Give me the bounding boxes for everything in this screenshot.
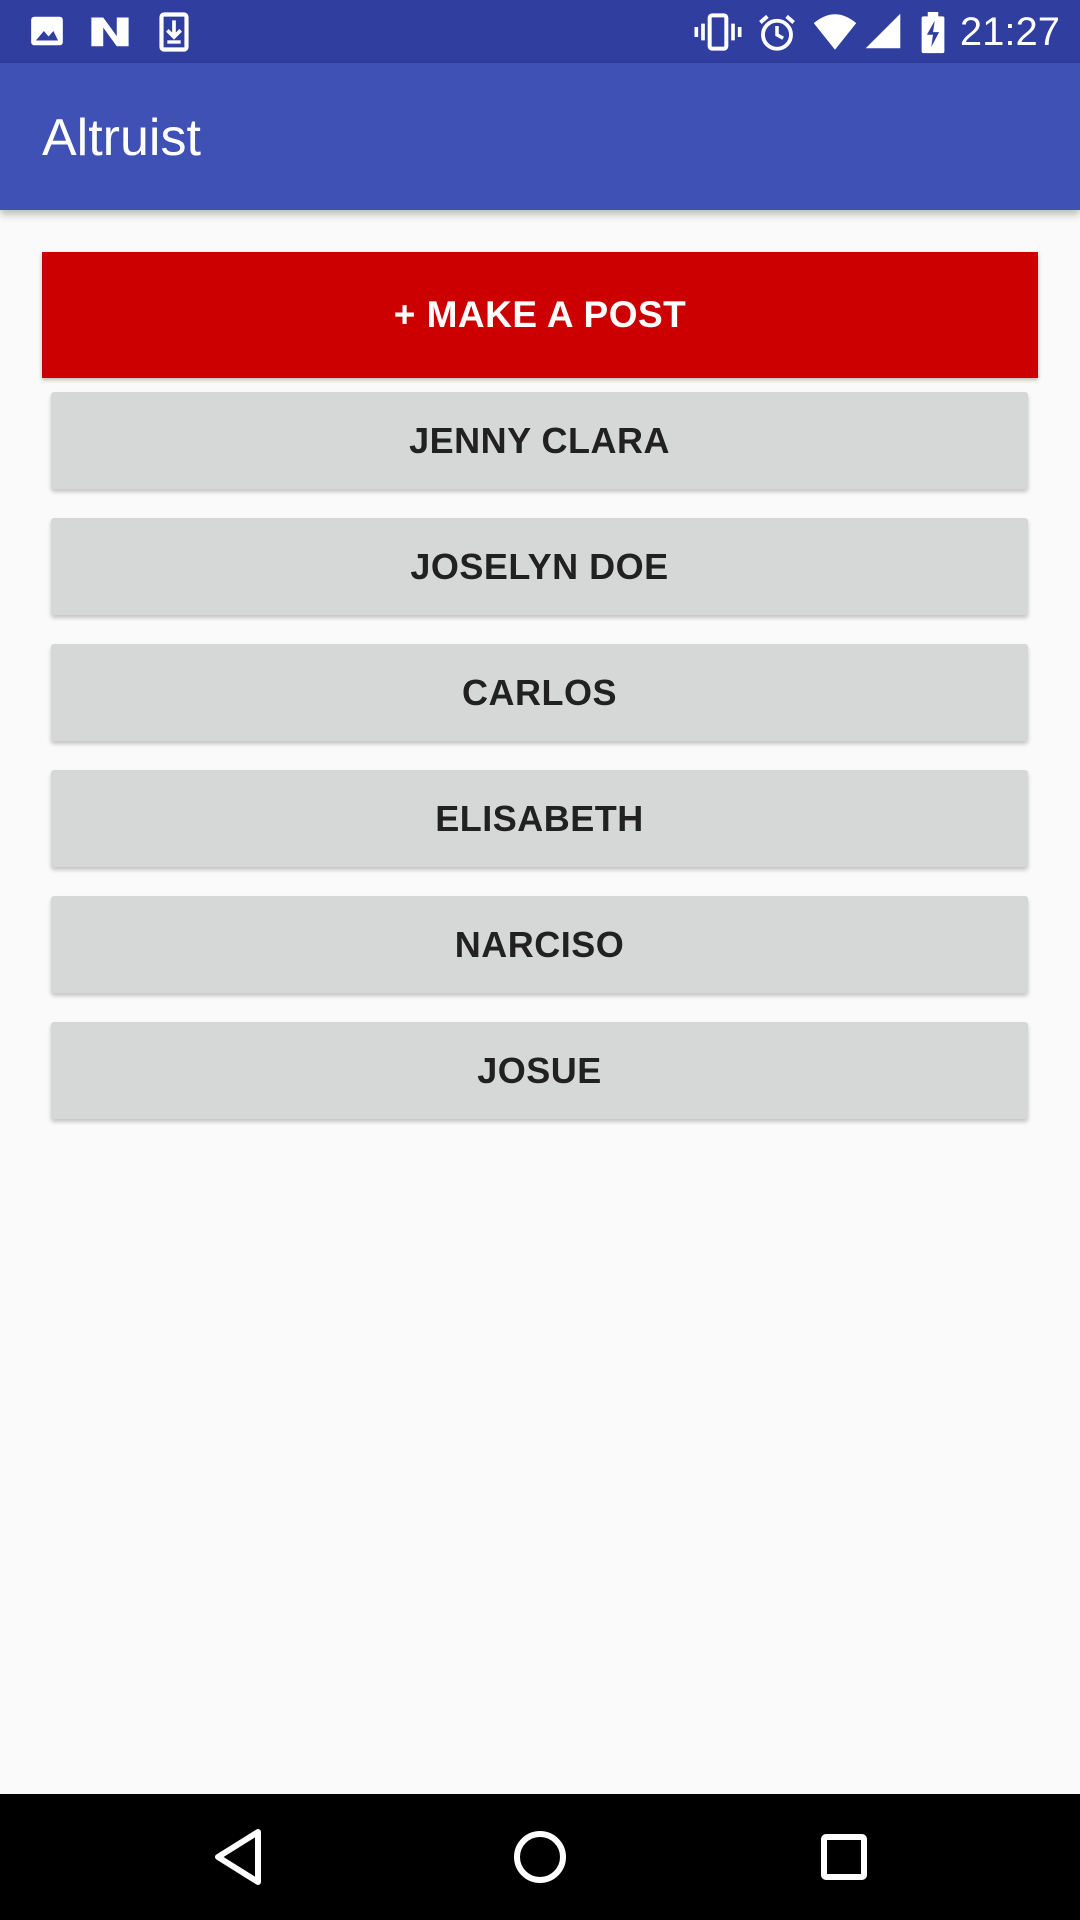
user-list: JENNY CLARA JOSELYN DOE CARLOS ELISABETH… (51, 392, 1028, 1148)
user-button-josue[interactable]: JOSUE (51, 1022, 1028, 1119)
back-icon[interactable] (206, 1822, 276, 1892)
user-button-joselyn-doe[interactable]: JOSELYN DOE (51, 518, 1028, 615)
make-post-button[interactable]: + MAKE A POST (42, 252, 1038, 378)
image-icon (31, 16, 63, 46)
wifi-icon (813, 14, 857, 50)
status-bar: 21:27 (0, 0, 1080, 63)
vibrate-icon (694, 13, 742, 51)
user-button-narciso[interactable]: NARCISO (51, 896, 1028, 993)
app-title: Altruist (42, 109, 201, 167)
alarm-icon (759, 14, 795, 51)
download-icon (159, 12, 189, 52)
signal-icon (865, 13, 901, 49)
status-time: 21:27 (959, 10, 1060, 54)
battery-charging-icon (921, 12, 945, 54)
user-button-carlos[interactable]: CARLOS (51, 644, 1028, 741)
user-button-elisabeth[interactable]: ELISABETH (51, 770, 1028, 867)
home-icon[interactable] (505, 1822, 575, 1892)
navigation-bar (0, 1794, 1080, 1920)
app-bar: Altruist (0, 63, 1080, 210)
recents-icon[interactable] (809, 1822, 879, 1892)
user-button-jenny-clara[interactable]: JENNY CLARA (51, 392, 1028, 489)
n-logo-icon (91, 17, 129, 47)
